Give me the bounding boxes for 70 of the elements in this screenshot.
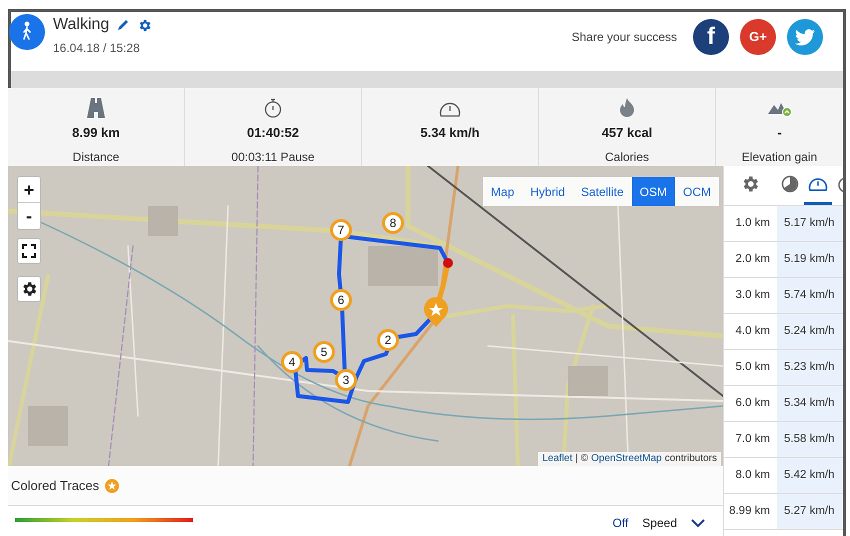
table-cell: 5.24 km/h [777,314,843,349]
speedometer-icon [808,176,828,192]
metric-select[interactable]: Speed [642,514,677,532]
stat-label: Calories [604,148,649,166]
table-cell-text: 5.0 km [734,360,771,375]
table-cell-text: 8.99 km [728,504,771,519]
twitter-share-button[interactable] [787,19,823,55]
activity-title: Walking [53,15,110,35]
table-cell-text: 8.0 km [734,468,771,483]
map-settings-button[interactable] [17,276,41,302]
map-marker[interactable]: 3 [335,369,357,391]
table-cell: 5.19 km/h [777,242,843,277]
map-layer-tab[interactable]: Map [482,177,522,206]
stat-value: 8.99 km [72,124,120,142]
table-cell: 5.27 km/h [777,494,843,529]
stat-label: 00:03:11 Pause [231,148,315,166]
fullscreen-button[interactable] [17,238,41,264]
map-marker[interactable]: 7 [330,219,352,241]
map-layer-tab[interactable]: Hybrid [522,177,573,206]
google-plus-share-button[interactable]: G+ [740,19,776,55]
share-label: Share your success [572,29,677,46]
zoom-out-button[interactable]: - [18,203,40,229]
table-cell: 5.34 km/h [777,386,843,421]
stopwatch-icon [264,98,282,118]
attribution-text: | © [575,452,588,466]
table-cell: 5.17 km/h [777,206,843,241]
bird-icon [795,28,815,46]
zoom-in-button[interactable]: + [18,177,40,203]
finish-point-icon [443,258,453,268]
stat-value: 5.34 km/h [420,124,480,142]
leaflet-link[interactable]: Leaflet [542,452,572,466]
flame-icon [619,98,635,118]
attribution-text: contributors [664,452,717,466]
table-cell-text: 7.0 km [734,432,771,447]
pie-clock-icon [781,175,799,193]
toggle-off-label[interactable]: Off [612,514,628,532]
fullscreen-icon [22,244,36,258]
map-marker[interactable]: 2 [377,329,399,351]
facebook-share-button[interactable]: f [693,19,729,55]
stat-value: 01:40:52 [246,124,300,142]
table-cell-text: 1.0 km [734,216,771,231]
table-cell: 5.74 km/h [777,278,843,313]
stat-label: Distance [72,148,120,166]
map-marker[interactable]: 6 [330,289,352,311]
table-cell: 5.23 km/h [777,350,843,385]
pencil-icon[interactable] [116,18,130,32]
openstreetmap-link[interactable]: OpenStreetMap [591,452,662,466]
table-cell-text: 6.0 km [734,396,771,411]
stat-value: 457 kcal [602,124,652,142]
stat-label: Elevation gain [742,148,818,166]
chevron-down-icon[interactable] [691,518,705,528]
table-cell: 5.42 km/h [777,458,843,493]
table-cell: 5.58 km/h [777,422,843,457]
table-cell-text: 2.0 km [734,252,771,267]
table-cell-text: 4.0 km [734,324,771,339]
section-title: Colored Traces [11,476,100,495]
stat-value: - [777,124,782,142]
activity-datetime: 16.04.18 / 15:28 [53,40,141,57]
star-badge-icon [105,478,120,492]
map-marker[interactable]: 8 [382,212,404,234]
start-star-marker-icon [423,297,449,327]
map-layer-tab[interactable]: Satellite [572,177,632,206]
settings-icon[interactable] [137,18,152,32]
speedometer-icon [439,100,461,118]
map-layer-tab[interactable]: OSM [632,177,675,206]
map-marker[interactable]: 5 [313,341,335,363]
map-marker[interactable]: 4 [281,351,303,373]
map-layer-tab[interactable]: OCM [675,177,719,206]
table-cell-text: 3.0 km [734,288,771,303]
road-icon [87,98,105,118]
